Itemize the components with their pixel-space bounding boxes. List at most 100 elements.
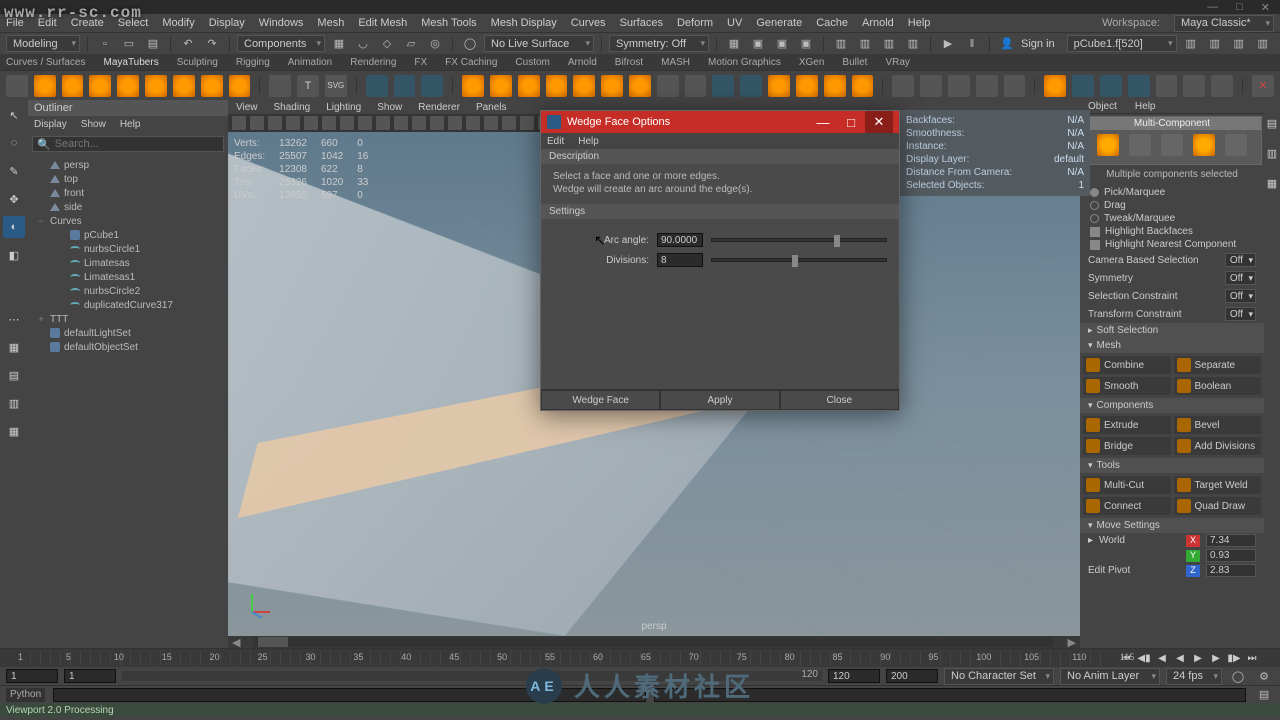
menu-display[interactable]: Display [209, 17, 245, 29]
shelf-connect-icon[interactable] [920, 75, 942, 97]
close-button[interactable]: Close [780, 390, 899, 410]
tool-target-weld[interactable]: Target Weld [1174, 476, 1262, 494]
menu-windows[interactable]: Windows [259, 17, 304, 29]
snap-grid-icon[interactable]: ▦ [329, 35, 349, 53]
menu-select[interactable]: Select [118, 17, 149, 29]
shelf-cam-icon[interactable] [366, 75, 388, 97]
last-tool-icon[interactable]: ⋯ [3, 308, 25, 330]
step-fwd-frame-icon[interactable]: ▶ [1208, 650, 1224, 666]
tree-item-Limatesas[interactable]: Limatesas [32, 256, 224, 270]
snap-curve-icon[interactable]: ◡ [353, 35, 373, 53]
shelf-tab-rendering[interactable]: Rendering [350, 57, 396, 68]
tree-item-Limatesas1[interactable]: Limatesas1 [32, 270, 224, 284]
shelf-text-icon[interactable]: T [297, 75, 319, 97]
shelf-append-icon[interactable] [629, 75, 651, 97]
channel-box-icon[interactable]: ▤ [1261, 112, 1280, 134]
lasso-tool-icon[interactable]: ◌ [3, 132, 25, 154]
shelf-tab-mash[interactable]: MASH [661, 57, 690, 68]
axis-z-value[interactable]: 2.83 [1206, 564, 1256, 577]
menu-curves[interactable]: Curves [571, 17, 606, 29]
vp-toolbar-icon-6[interactable] [340, 116, 354, 130]
paint-tool-icon[interactable]: ✎ [3, 160, 25, 182]
command-input[interactable] [53, 688, 645, 702]
shelf-type-icon[interactable] [269, 75, 291, 97]
character-set-dropdown[interactable]: No Character Set [944, 668, 1054, 685]
menu-deform[interactable]: Deform [677, 17, 713, 29]
dialog-titlebar[interactable]: Wedge Face Options — □ ✕ [541, 111, 899, 133]
tree-item-defaultObjectSet[interactable]: defaultObjectSet [32, 340, 224, 354]
vp-menu-shading[interactable]: Shading [274, 102, 311, 113]
shelf-bevel-icon[interactable] [546, 75, 568, 97]
shelf-fill-icon[interactable] [601, 75, 623, 97]
panel-layout3-icon[interactable]: ▥ [879, 35, 899, 53]
soft-selection-section[interactable]: ▸Soft Selection [1080, 323, 1264, 338]
script-lang-dropdown[interactable]: Python [6, 688, 45, 702]
shelf-uv3-icon[interactable] [1128, 75, 1150, 97]
shelf-sculpt-icon[interactable] [1044, 75, 1066, 97]
new-scene-icon[interactable]: ▫ [95, 35, 115, 53]
menu-uv[interactable]: UV [727, 17, 742, 29]
account-icon[interactable]: 👤 [997, 35, 1017, 53]
menu-modify[interactable]: Modify [162, 17, 194, 29]
shelf-svg-icon[interactable]: SVG [325, 75, 347, 97]
redo-icon[interactable]: ↷ [202, 35, 222, 53]
layout2-tool-icon[interactable]: ▤ [3, 364, 25, 386]
vp-toolbar-icon-0[interactable] [232, 116, 246, 130]
panel-layout1-icon[interactable]: ▥ [831, 35, 851, 53]
wedge-face-button[interactable]: Wedge Face [541, 390, 660, 410]
vp-toolbar-icon-2[interactable] [268, 116, 282, 130]
shelf-uv-icon[interactable] [1072, 75, 1094, 97]
pause-icon[interactable]: ‖ [962, 35, 982, 53]
menu-meshdisplay[interactable]: Mesh Display [491, 17, 557, 29]
ipr-icon[interactable]: ▣ [772, 35, 792, 53]
vp-toolbar-icon-16[interactable] [520, 116, 534, 130]
shelf-extrude-icon[interactable] [518, 75, 540, 97]
prefs-icon[interactable]: ⚙ [1254, 667, 1274, 685]
live-surface-dropdown[interactable]: No Live Surface [484, 35, 594, 52]
tool-multi-cut[interactable]: Multi-Cut [1083, 476, 1171, 494]
shelf-triangulate-icon[interactable] [768, 75, 790, 97]
option-tweak-marquee[interactable]: Tweak/Marquee [1080, 212, 1264, 225]
menu-arnold[interactable]: Arnold [862, 17, 894, 29]
shelf-tab-fxcaching[interactable]: FX Caching [445, 57, 497, 68]
sidebar-left-icon[interactable]: ▥ [1181, 35, 1201, 53]
arc-angle-slider[interactable] [711, 238, 887, 242]
shelf-uv4-icon[interactable] [1156, 75, 1178, 97]
tool-separate[interactable]: Separate [1174, 356, 1262, 374]
shelf-smooth-icon[interactable] [657, 75, 679, 97]
scale-tool-icon[interactable]: ◧ [3, 244, 25, 266]
play-icon[interactable]: ▶ [938, 35, 958, 53]
drop-value[interactable]: Off [1225, 307, 1256, 321]
drop-value[interactable]: Off [1225, 271, 1256, 285]
play-back-icon[interactable]: ◀ [1172, 650, 1188, 666]
edit-pivot-row[interactable]: Edit PivotZ2.83 [1080, 563, 1264, 578]
outliner-menu-display[interactable]: Display [34, 119, 67, 130]
drop-value[interactable]: Off [1225, 289, 1256, 303]
vp-toolbar-icon-3[interactable] [286, 116, 300, 130]
tool-smooth[interactable]: Smooth [1083, 377, 1171, 395]
symmetry-dropdown[interactable]: Symmetry: Off [609, 35, 709, 52]
tool-settings-icon[interactable]: ▦ [1261, 172, 1280, 194]
window-close[interactable]: ✕ [1261, 1, 1270, 14]
tool-quad-draw[interactable]: Quad Draw [1174, 497, 1262, 515]
tree-item-nurbsCircle1[interactable]: nurbsCircle1 [32, 242, 224, 256]
step-back-frame-icon[interactable]: ◀ [1154, 650, 1170, 666]
timeline[interactable]: 1510152025303540455055606570758085909510… [0, 649, 1280, 667]
shelf-plane-icon[interactable] [173, 75, 195, 97]
tree-item-pCube1[interactable]: pCube1 [32, 228, 224, 242]
shelf-quadrangulate-icon[interactable] [796, 75, 818, 97]
vp-toolbar-icon-7[interactable] [358, 116, 372, 130]
shelf-reduce-icon[interactable] [824, 75, 846, 97]
tree-item-Curves[interactable]: −Curves [32, 214, 224, 228]
tree-item-defaultLightSet[interactable]: defaultLightSet [32, 326, 224, 340]
vp-menu-show[interactable]: Show [377, 102, 402, 113]
render-icon[interactable]: ▣ [748, 35, 768, 53]
vp-toolbar-icon-8[interactable] [376, 116, 390, 130]
panel-layout4-icon[interactable]: ▥ [903, 35, 923, 53]
auto-key-icon[interactable]: ◯ [1228, 667, 1248, 685]
right-tab-object[interactable]: Object [1088, 101, 1117, 112]
vp-menu-view[interactable]: View [236, 102, 258, 113]
outliner-search[interactable]: 🔍 Search... [32, 136, 224, 152]
shelf-cube-icon[interactable] [62, 75, 84, 97]
script-editor-icon[interactable]: ▤ [1254, 686, 1274, 704]
